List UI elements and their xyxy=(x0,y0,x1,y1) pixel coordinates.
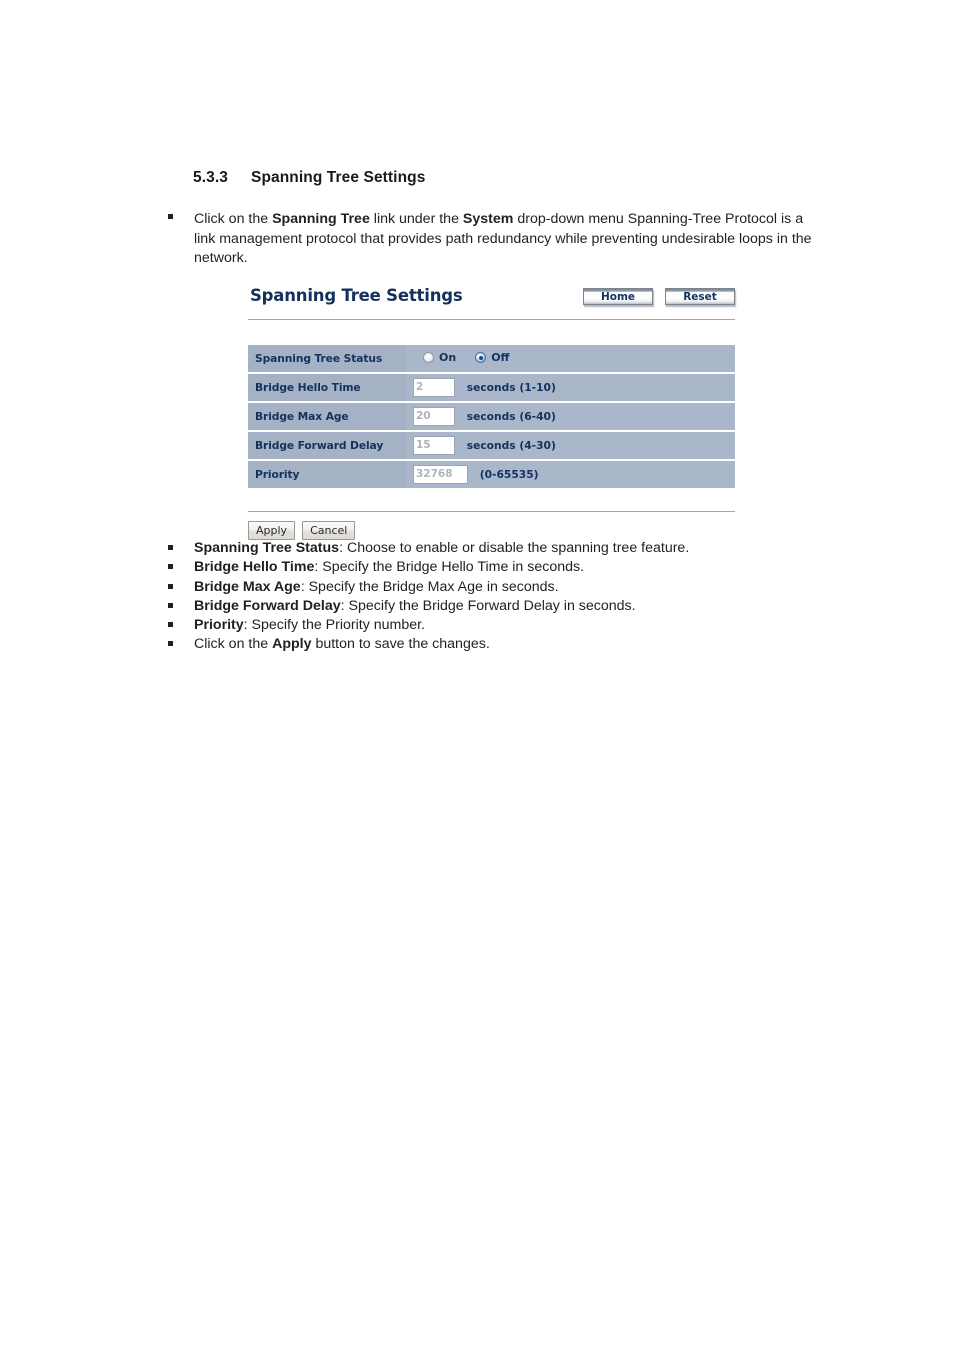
apply-note-post: button to save the changes. xyxy=(311,636,490,653)
bridge-forward-delay-suffix: seconds (4-30) xyxy=(466,439,556,452)
apply-note-pre: Click on the xyxy=(194,636,273,653)
intro-part2: link under the xyxy=(369,211,463,227)
table-row-bridge-max-age: Bridge Max Age 20 seconds (6-40) xyxy=(248,403,735,430)
apply-note-bold: Apply xyxy=(272,636,312,653)
desc-term: Bridge Forward Delay xyxy=(194,597,341,614)
label-bridge-max-age: Bridge Max Age xyxy=(248,403,406,430)
spanning-tree-settings-table: Spanning Tree Status On Off Bridge Hello… xyxy=(248,343,735,490)
field-description-list: Spanning Tree Status: Choose to enable o… xyxy=(168,539,828,655)
list-item-apply-note: Click on the Apply button to save the ch… xyxy=(168,635,828,654)
radio-label-on: On xyxy=(439,351,457,364)
intro-part1: Click on the xyxy=(194,211,273,227)
priority-input[interactable]: 32768 xyxy=(413,465,468,484)
value-bridge-max-age: 20 seconds (6-40) xyxy=(406,403,735,430)
home-button[interactable]: Home xyxy=(583,288,653,305)
ui-header-button-group: Home Reset xyxy=(583,288,735,305)
desc-text: : Specify the Priority number. xyxy=(243,617,426,634)
radio-off[interactable] xyxy=(475,352,487,363)
table-row-priority: Priority 32768 (0-65535) xyxy=(248,461,735,488)
desc-text: : Choose to enable or disable the spanni… xyxy=(339,540,690,556)
intro-bullet-item: Click on the Spanning Tree link under th… xyxy=(168,210,828,269)
list-item: Bridge Forward Delay: Specify the Bridge… xyxy=(168,597,828,616)
square-bullet-icon xyxy=(168,602,173,608)
desc-term: Priority xyxy=(194,617,244,634)
label-spanning-tree-status: Spanning Tree Status xyxy=(248,345,406,372)
section-number: 5.3.3 xyxy=(193,169,228,186)
header-divider xyxy=(248,319,735,320)
bridge-forward-delay-input[interactable]: 15 xyxy=(413,436,455,455)
value-priority: 32768 (0-65535) xyxy=(406,461,735,488)
desc-term: Bridge Max Age xyxy=(194,578,301,595)
bridge-hello-time-input[interactable]: 2 xyxy=(413,378,455,397)
list-item: Priority: Specify the Priority number. xyxy=(168,616,828,635)
reset-button[interactable]: Reset xyxy=(665,288,735,305)
value-bridge-forward-delay: 15 seconds (4-30) xyxy=(406,432,735,459)
ui-action-button-group: Apply Cancel xyxy=(248,521,735,540)
document-page: 5.3.3 Spanning Tree Settings Click on the… xyxy=(0,0,954,1350)
table-row-spanning-tree-status: Spanning Tree Status On Off xyxy=(248,345,735,372)
device-ui-screenshot: Spanning Tree Settings Home Reset Spanni… xyxy=(248,286,735,540)
label-bridge-forward-delay: Bridge Forward Delay xyxy=(248,432,406,459)
radio-label-off: Off xyxy=(491,351,510,364)
list-item: Bridge Hello Time: Specify the Bridge He… xyxy=(168,558,828,577)
square-bullet-icon xyxy=(168,641,173,647)
apply-button[interactable]: Apply xyxy=(248,521,296,540)
desc-term: Bridge Hello Time xyxy=(194,559,315,576)
square-bullet-icon xyxy=(168,545,173,550)
table-row-bridge-forward-delay: Bridge Forward Delay 15 seconds (4-30) xyxy=(248,432,735,459)
desc-text: : Specify the Bridge Forward Delay in se… xyxy=(340,597,636,614)
square-bullet-icon xyxy=(168,622,173,628)
value-bridge-hello-time: 2 seconds (1-10) xyxy=(406,374,735,401)
desc-text: : Specify the Bridge Max Age in seconds. xyxy=(300,578,559,595)
square-bullet-icon xyxy=(168,583,173,589)
table-row-bridge-hello-time: Bridge Hello Time 2 seconds (1-10) xyxy=(248,374,735,401)
cancel-button[interactable]: Cancel xyxy=(302,521,356,540)
ui-page-title: Spanning Tree Settings xyxy=(250,286,463,305)
radio-on[interactable] xyxy=(423,352,434,363)
priority-suffix: (0-65535) xyxy=(479,468,539,481)
desc-term: Spanning Tree Status xyxy=(194,540,340,556)
list-item: Bridge Max Age: Specify the Bridge Max A… xyxy=(168,578,828,597)
bridge-max-age-input[interactable]: 20 xyxy=(413,407,455,426)
intro-bold-spanning-tree: Spanning Tree xyxy=(272,211,370,227)
bridge-hello-time-suffix: seconds (1-10) xyxy=(466,381,556,394)
label-bridge-hello-time: Bridge Hello Time xyxy=(248,374,406,401)
section-title-text: Spanning Tree Settings xyxy=(251,169,426,186)
list-item: Spanning Tree Status: Choose to enable o… xyxy=(168,539,828,558)
square-bullet-icon xyxy=(168,564,173,570)
page-title: 5.3.3 Spanning Tree Settings xyxy=(193,169,425,187)
value-spanning-tree-status: On Off xyxy=(406,345,735,372)
intro-paragraph: Click on the Spanning Tree link under th… xyxy=(194,210,828,269)
ui-header: Spanning Tree Settings Home Reset xyxy=(248,286,735,316)
spanning-tree-status-radio-group: On Off xyxy=(413,351,523,364)
intro-bold-system: System xyxy=(462,211,514,227)
footer-divider xyxy=(248,511,735,512)
bridge-max-age-suffix: seconds (6-40) xyxy=(466,410,556,423)
square-bullet-icon xyxy=(168,214,173,219)
desc-text: : Specify the Bridge Hello Time in secon… xyxy=(314,559,585,576)
label-priority: Priority xyxy=(248,461,406,488)
